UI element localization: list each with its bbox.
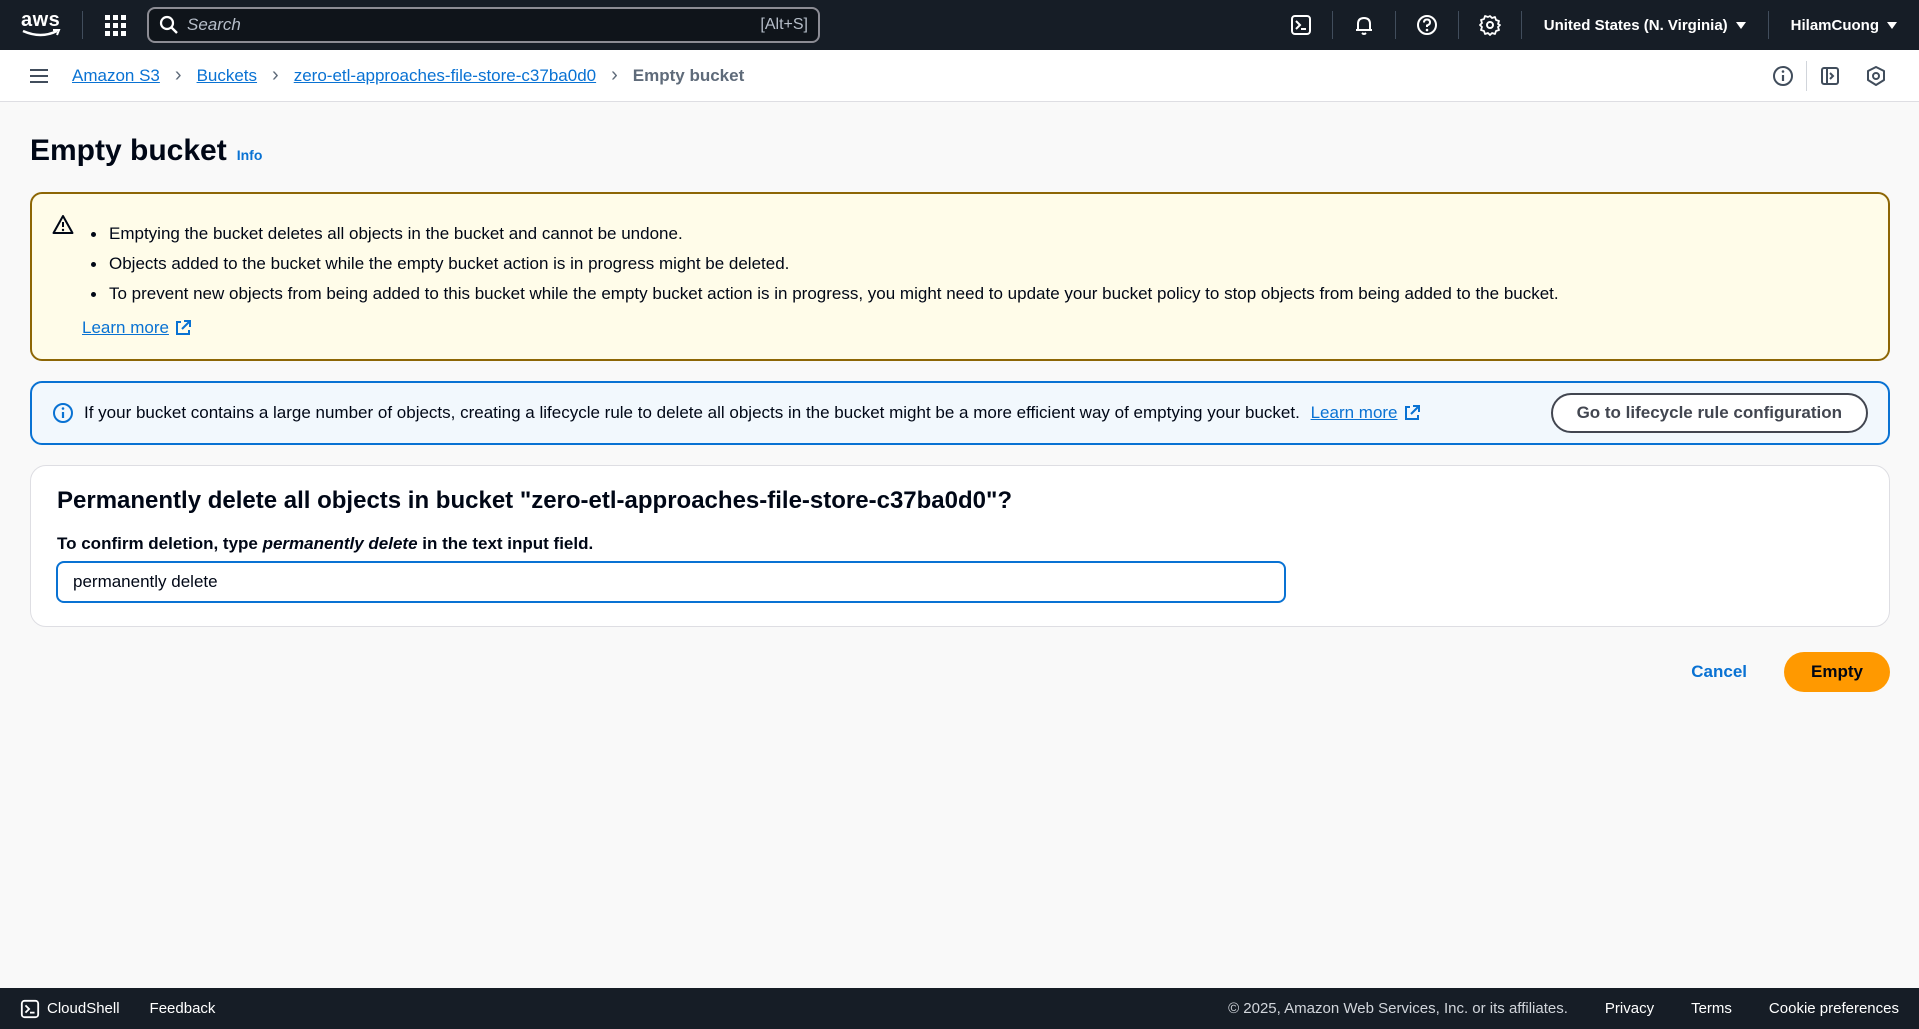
confirm-label-emphasis: permanently delete xyxy=(262,534,418,553)
chevron-right-icon: › xyxy=(174,64,182,86)
caret-down-icon xyxy=(1735,21,1746,29)
info-alert: If your bucket contains a large number o… xyxy=(30,381,1890,445)
help-button[interactable] xyxy=(1396,0,1458,50)
settings-button[interactable] xyxy=(1459,0,1521,50)
warning-item: Emptying the bucket deletes all objects … xyxy=(91,219,1559,249)
confirm-heading: Permanently delete all objects in bucket… xyxy=(57,487,1013,514)
warning-icon xyxy=(52,215,74,234)
gear-icon xyxy=(1478,15,1501,36)
chevron-right-icon: › xyxy=(611,64,618,86)
user-menu[interactable]: HilamCuong xyxy=(1769,17,1919,34)
empty-button[interactable]: Empty xyxy=(1784,652,1890,692)
info-message: If your bucket contains a large number o… xyxy=(84,403,1300,422)
warning-list: Emptying the bucket deletes all objects … xyxy=(91,219,1559,309)
help-icon xyxy=(1416,15,1437,35)
confirm-container: Permanently delete all objects in bucket… xyxy=(30,465,1890,627)
info-panel-button[interactable] xyxy=(1760,50,1806,102)
breadcrumb-bar: Amazon S3 › Buckets › zero-etl-approache… xyxy=(0,50,1919,102)
caret-down-icon xyxy=(1887,21,1897,29)
cloudshell-footer-button[interactable]: CloudShell xyxy=(20,999,120,1019)
warning-alert: Emptying the bucket deletes all objects … xyxy=(30,192,1890,361)
page-header: Empty bucket Info xyxy=(30,134,262,168)
warning-item: Objects added to the bucket while the em… xyxy=(91,249,1559,279)
confirm-label-suffix: in the text input field. xyxy=(417,534,594,553)
region-selector[interactable]: United States (N. Virginia) xyxy=(1522,17,1768,34)
apps-grid-icon[interactable] xyxy=(103,13,127,37)
confirm-label-prefix: To confirm deletion, type xyxy=(57,534,263,553)
footer: CloudShell Feedback © 2025, Amazon Web S… xyxy=(0,988,1919,1029)
learn-more-link[interactable]: Learn more xyxy=(82,318,169,338)
breadcrumb-amazon-s3[interactable]: Amazon S3 xyxy=(72,66,160,86)
info-learn-more[interactable]: Learn more xyxy=(1311,403,1421,423)
search-input[interactable] xyxy=(187,15,761,35)
feedback-link[interactable]: Feedback xyxy=(150,1000,216,1017)
breadcrumb-bucket[interactable]: zero-etl-approaches-file-store-c37ba0d0 xyxy=(294,66,596,86)
nav-divider xyxy=(82,11,83,39)
terms-link[interactable]: Terms xyxy=(1691,1000,1732,1017)
search-icon xyxy=(159,15,178,34)
bell-icon xyxy=(1355,16,1372,35)
warning-learn-more[interactable]: Learn more xyxy=(82,318,192,338)
privacy-link[interactable]: Privacy xyxy=(1605,1000,1654,1017)
aws-smile-icon xyxy=(22,29,61,37)
cancel-button[interactable]: Cancel xyxy=(1678,662,1760,682)
info-link[interactable]: Info xyxy=(237,147,263,163)
confirm-label: To confirm deletion, type permanently de… xyxy=(57,534,593,554)
panel-icon xyxy=(1821,67,1839,85)
info-icon xyxy=(1773,66,1793,86)
aws-logo-text: aws xyxy=(21,9,61,31)
security-panel-button[interactable] xyxy=(1853,50,1899,102)
page-title: Empty bucket xyxy=(30,134,227,167)
learn-more-link[interactable]: Learn more xyxy=(1311,403,1398,423)
warning-item: To prevent new objects from being added … xyxy=(91,279,1559,309)
form-actions: Cancel Empty xyxy=(1678,652,1890,692)
region-label: United States (N. Virginia) xyxy=(1543,16,1728,34)
cloudshell-button[interactable] xyxy=(1270,0,1332,50)
breadcrumb-buckets[interactable]: Buckets xyxy=(197,66,257,86)
search-box[interactable]: [Alt+S] xyxy=(147,7,820,43)
aws-logo[interactable]: aws xyxy=(21,10,61,40)
search-shortcut: [Alt+S] xyxy=(760,16,808,33)
user-label: HilamCuong xyxy=(1790,16,1879,34)
breadcrumb-current: Empty bucket xyxy=(632,65,745,85)
breadcrumb: Amazon S3 › Buckets › zero-etl-approache… xyxy=(72,64,744,87)
external-link-icon xyxy=(1404,405,1420,420)
notifications-button[interactable] xyxy=(1333,0,1395,50)
chevron-right-icon: › xyxy=(272,64,279,86)
cloudshell-icon xyxy=(20,999,40,1018)
info-icon xyxy=(53,403,73,423)
confirm-input[interactable] xyxy=(56,561,1286,603)
cookie-preferences-link[interactable]: Cookie preferences xyxy=(1769,1000,1899,1017)
copyright-text: © 2025, Amazon Web Services, Inc. or its… xyxy=(1228,1000,1568,1017)
lifecycle-rule-button[interactable]: Go to lifecycle rule configuration xyxy=(1550,393,1868,433)
external-link-icon xyxy=(175,320,191,335)
shield-icon xyxy=(1867,66,1885,86)
cloudshell-label: CloudShell xyxy=(47,1000,120,1017)
side-panel-button[interactable] xyxy=(1807,50,1853,102)
top-navigation: aws [Alt+S] xyxy=(0,0,1919,50)
cloudshell-icon xyxy=(1290,15,1311,35)
info-text: If your bucket contains a large number o… xyxy=(84,403,1421,423)
hamburger-icon[interactable] xyxy=(30,68,48,83)
